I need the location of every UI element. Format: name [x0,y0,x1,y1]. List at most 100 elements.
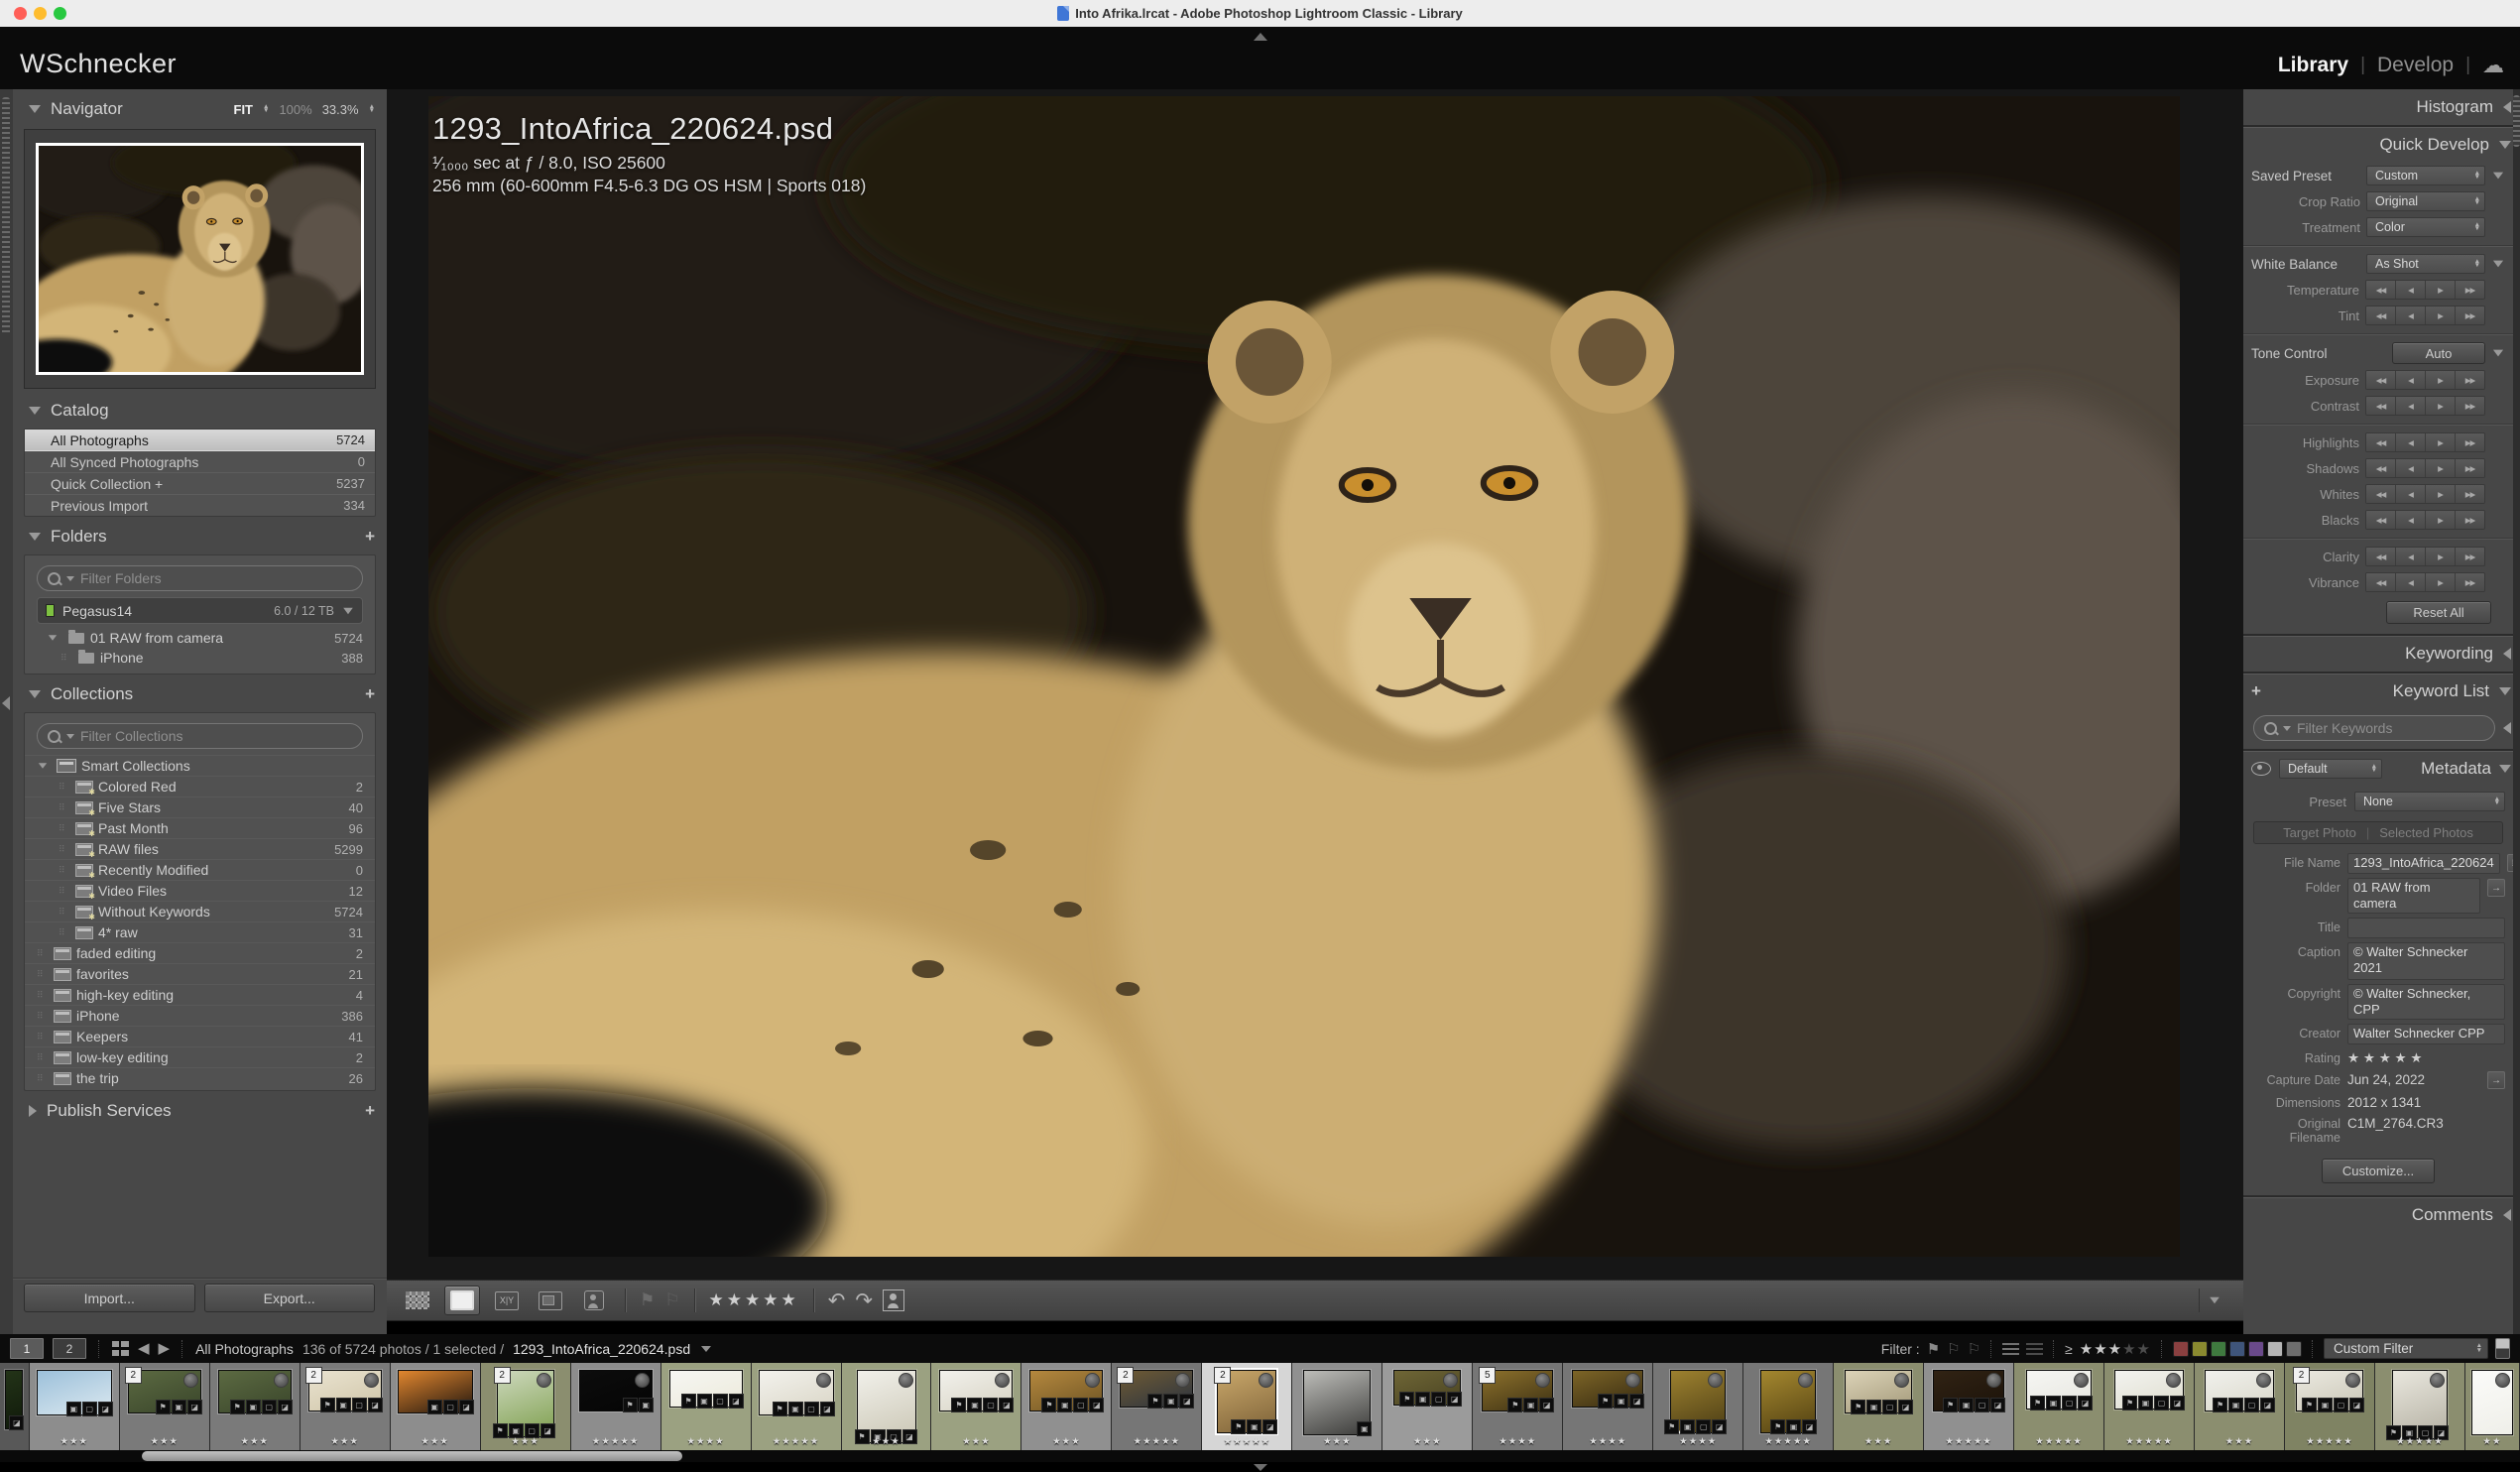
metadata-value-creator[interactable]: Walter Schnecker CPP [2347,1024,2505,1044]
color-label-swatch[interactable] [2267,1341,2283,1357]
filmstrip-thumbnail[interactable]: ⚑▣▢◪★★★★★ [2104,1363,2195,1450]
thumbnail-badge-icon[interactable] [1708,1373,1723,1388]
filter-edited-icon[interactable] [2002,1343,2019,1355]
import-button[interactable]: Import... [24,1284,195,1312]
dev-badge-icon[interactable]: ◪ [2078,1396,2093,1411]
volume-disclosure-icon[interactable] [343,607,353,613]
dev-badge-icon[interactable]: ◪ [1990,1398,2005,1412]
keyword-list-disclosure-icon[interactable] [2499,687,2511,695]
collection-item[interactable]: ⠿RAW files5299 [25,838,375,859]
metadata-value-title[interactable] [2347,918,2505,938]
thumbnail-rating[interactable]: ★★★★★ [1743,1436,1833,1447]
navigator-disclosure-icon[interactable] [29,105,41,113]
face-region-icon[interactable] [883,1289,904,1311]
survey-view-icon[interactable] [539,1291,562,1310]
rect-badge-icon[interactable]: ▢ [1431,1392,1446,1407]
thumbnail-rating[interactable]: ★★★ [1292,1436,1381,1447]
add-publish-service-button[interactable]: + [365,1101,375,1121]
thumbnail-badge-icon[interactable] [2074,1373,2089,1388]
filter-toggle-switch[interactable] [2495,1338,2510,1359]
rating-filter-operator[interactable]: ≥ [2065,1341,2073,1357]
thumbnail-badge-icon[interactable] [1798,1373,1813,1388]
rect-badge-icon[interactable]: ▢ [1696,1419,1711,1434]
thumbnail-badge-icon[interactable] [2345,1373,2360,1388]
filmstrip-thumbnail[interactable]: ⚑▣▢◪★★★★★ [752,1363,842,1450]
go-to-button[interactable]: → [2487,1071,2505,1089]
collection-item[interactable]: ⠿Video Files12 [25,880,375,901]
thumbnail-rating[interactable]: ★★★ [120,1436,209,1447]
next-photo-icon[interactable]: ▶ [159,1341,171,1356]
filmstrip-scroll-thumb[interactable] [142,1451,682,1461]
catalog-item[interactable]: Previous Import334 [25,495,375,516]
thumbnail-rating[interactable]: ★★★ [1834,1436,1923,1447]
copy-badge-icon[interactable]: ▣ [1786,1419,1801,1434]
stack-count-badge[interactable]: 2 [2293,1367,2310,1384]
treatment-dropdown[interactable]: Color ▲▼ [2366,217,2485,237]
copy-badge-icon[interactable]: ▣ [336,1398,351,1412]
copy-badge-icon[interactable]: ▣ [639,1398,654,1412]
stack-count-badge[interactable]: 2 [305,1367,322,1384]
thumbnail-badge-icon[interactable] [635,1373,650,1388]
customize-metadata-button[interactable]: Customize... [2322,1159,2435,1183]
quick-develop-disclosure-icon[interactable] [2499,141,2511,149]
vibrance-stepper[interactable]: ◀◀◀▶▶▶ [2365,572,2485,592]
collection-item[interactable]: ⠿Colored Red2 [25,776,375,797]
rect-badge-icon[interactable]: ▢ [82,1402,97,1416]
metadata-disclosure-icon[interactable] [2499,765,2511,773]
filmstrip-thumbnail[interactable]: ⚑▣▢◪★★★ [210,1363,300,1450]
collection-item[interactable]: ⠿the trip26 [25,1067,375,1088]
thumbnail-rating[interactable]: ★★★★★ [2375,1436,2464,1447]
add-collection-button[interactable]: + [365,684,375,704]
thumbnail-rating[interactable]: ★★★★★ [752,1436,841,1447]
dev-badge-icon[interactable]: ◪ [1089,1398,1104,1412]
navigator-preview[interactable] [24,129,376,389]
stack-count-badge[interactable]: 2 [1117,1367,1134,1384]
thumbnail-badge-icon[interactable] [899,1373,913,1388]
tone-expand-icon[interactable] [2493,350,2503,357]
dev-badge-icon[interactable]: ◪ [1262,1419,1277,1434]
filter-flag-unflagged-icon[interactable]: ⚐ [1947,1340,1960,1358]
copy-badge-icon[interactable]: ▣ [697,1394,712,1409]
flag-badge-icon[interactable]: ⚑ [2302,1398,2317,1412]
rect-badge-icon[interactable]: ▢ [983,1398,998,1412]
previous-photo-icon[interactable]: ◀ [138,1341,150,1356]
filter-rating-stars[interactable]: ★★★★★ [2080,1340,2151,1358]
thumbnail-badge-icon[interactable] [2430,1373,2445,1388]
right-panel-scrollbar[interactable] [2513,89,2520,1334]
loupe-view-button[interactable] [444,1286,480,1315]
publish-services-header[interactable]: Publish Services + [13,1091,387,1129]
volume-pegasus14[interactable]: Pegasus14 6.0 / 12 TB [37,597,363,624]
rect-badge-icon[interactable]: ▢ [443,1400,458,1414]
catalog-item[interactable]: All Photographs5724 [25,429,375,451]
filmstrip-thumbnail[interactable]: ▣▢◪★★★ [391,1363,481,1450]
flag-badge-icon[interactable]: ⚑ [623,1398,638,1412]
thumbnail-rating[interactable]: ★★★ [2195,1436,2284,1447]
filmstrip-thumbnail[interactable]: 2⚑▣◪★★★★★ [1112,1363,1202,1450]
hide-top-panel-arrow-icon[interactable] [1254,33,1267,41]
flag-badge-icon[interactable]: ⚑ [1041,1398,1056,1412]
thumbnail-rating[interactable]: ★★★ [481,1436,570,1447]
color-label-swatch[interactable] [2286,1341,2302,1357]
metadata-value-file-name[interactable]: 1293_IntoAfrica_220624 [2347,853,2500,874]
copy-badge-icon[interactable]: ▣ [172,1400,186,1414]
catalog-item[interactable]: Quick Collection +5237 [25,473,375,495]
copy-badge-icon[interactable]: ▣ [788,1402,803,1416]
metadata-header[interactable]: Default ▲▼ Metadata [2243,751,2513,787]
collapse-left-panel-arrow-icon[interactable] [2,696,10,710]
thumbnail-rating[interactable]: ★★★ [30,1436,119,1447]
filmstrip-thumbnail[interactable]: ◪ [0,1363,30,1450]
thumbnail-badge-icon[interactable] [274,1373,289,1388]
copy-badge-icon[interactable]: ▣ [2046,1396,2061,1411]
contrast-stepper[interactable]: ◀◀◀▶▶▶ [2365,396,2485,416]
comments-disclosure-icon[interactable] [2503,1209,2511,1221]
flag-pick-icon[interactable]: ⚑ [640,1290,655,1310]
thumbnail-badge-icon[interactable] [1986,1373,2001,1388]
add-folder-button[interactable]: + [365,527,375,547]
thumbnail-rating[interactable]: ★★★★★ [571,1436,660,1447]
color-label-swatch[interactable] [2173,1341,2189,1357]
flag-badge-icon[interactable]: ⚑ [1664,1419,1679,1434]
thumbnail-badge-icon[interactable] [183,1373,198,1388]
filmstrip-thumbnail[interactable]: ▣▢◪★★★ [30,1363,120,1450]
copy-badge-icon[interactable]: ▣ [1523,1398,1538,1412]
collection-item[interactable]: Smart Collections [25,755,375,776]
